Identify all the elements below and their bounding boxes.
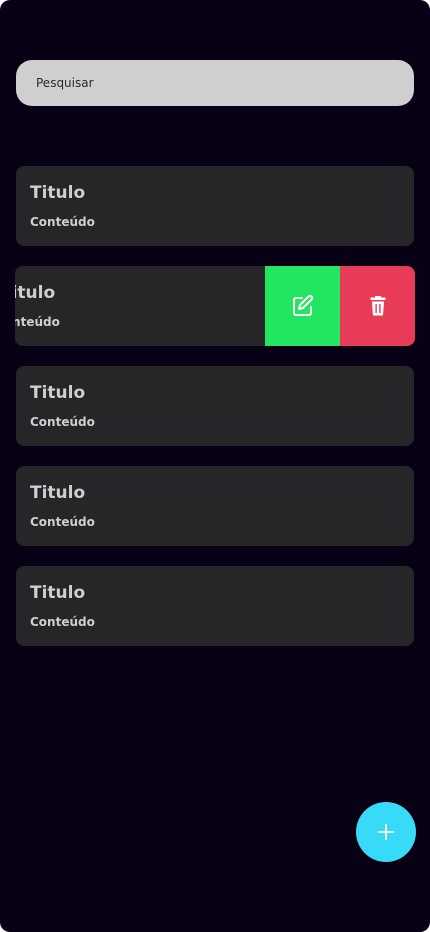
note-content: Conteúdo (30, 415, 95, 429)
search-bar[interactable] (16, 60, 414, 106)
edit-button[interactable] (265, 266, 340, 346)
note-card-swiped[interactable]: Titulo Conteúdo (15, 266, 415, 346)
note-card-body[interactable]: Titulo Conteúdo (15, 266, 265, 346)
note-title: Titulo (30, 383, 86, 403)
note-card[interactable]: Titulo Conteúdo (16, 166, 414, 246)
note-title: Titulo (30, 583, 86, 603)
note-card[interactable]: Titulo Conteúdo (16, 566, 414, 646)
trash-icon (370, 296, 385, 316)
search-input[interactable] (36, 76, 414, 90)
note-title: Titulo (15, 283, 56, 303)
note-content: Conteúdo (30, 615, 95, 629)
note-card[interactable]: Titulo Conteúdo (16, 466, 414, 546)
note-card[interactable]: Titulo Conteúdo (16, 366, 414, 446)
plus-icon (378, 824, 394, 840)
note-content: Conteúdo (30, 215, 95, 229)
note-title: Titulo (30, 483, 86, 503)
edit-icon (292, 294, 313, 316)
delete-button[interactable] (340, 266, 415, 346)
app-screen: Titulo Conteúdo Titulo Conteúdo Titulo C… (0, 0, 430, 932)
note-title: Titulo (30, 183, 86, 203)
note-content: Conteúdo (15, 315, 60, 329)
add-note-button[interactable] (356, 802, 416, 862)
note-content: Conteúdo (30, 515, 95, 529)
